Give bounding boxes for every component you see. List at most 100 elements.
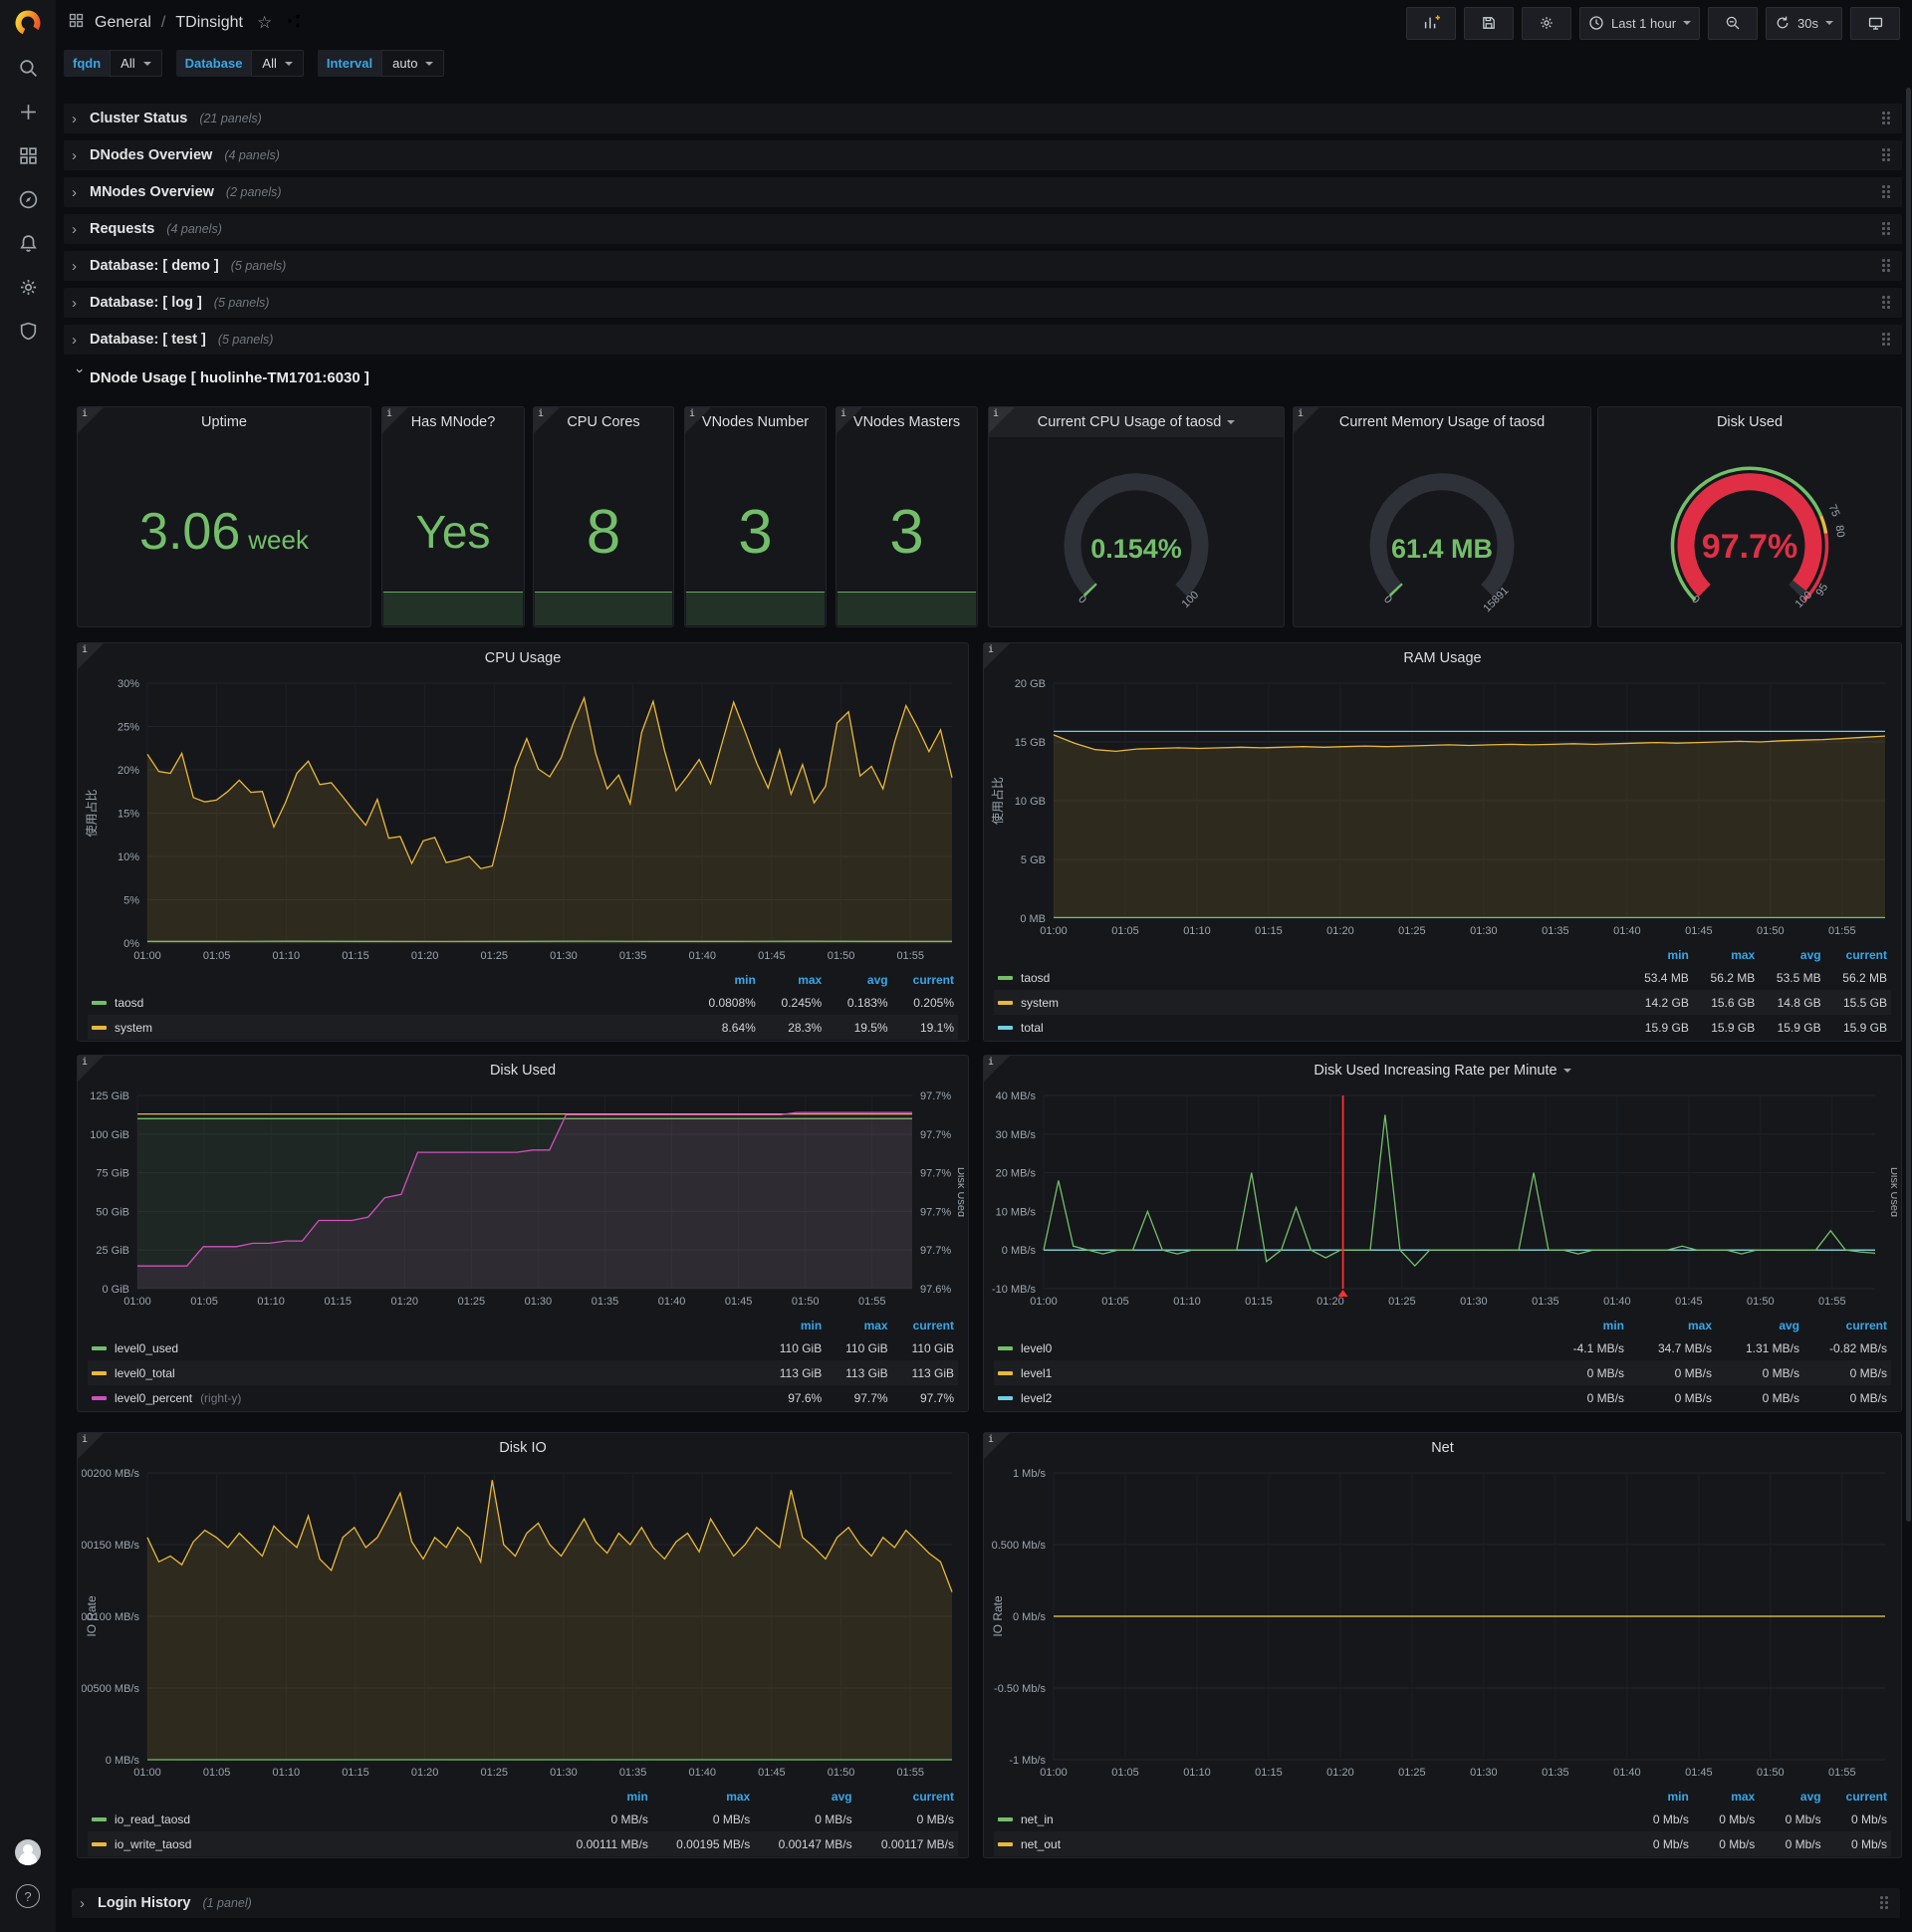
panel-title[interactable]: RAM Usage — [984, 643, 1901, 673]
variable-label[interactable]: fqdn — [64, 50, 111, 77]
panel-info-icon[interactable]: i — [78, 1433, 104, 1459]
refresh-picker[interactable]: 30s — [1766, 6, 1842, 40]
chart-plot-area[interactable]: 0 GiB 97.6% 25 GiB 97.7% 50 GiB 97.7% 75 GiB 97… — [82, 1086, 967, 1316]
row-database-log-[interactable]: › Database: [ log ] (5 panels) — [64, 288, 1902, 318]
create-add-icon[interactable] — [0, 90, 56, 133]
star-icon[interactable]: ☆ — [257, 13, 272, 33]
row-cluster-status[interactable]: › Cluster Status (21 panels) — [64, 104, 1902, 133]
configuration-gear-icon[interactable] — [0, 265, 56, 309]
panel-title[interactable]: Current Memory Usage of taosd — [1294, 407, 1590, 437]
dashboards-icon[interactable] — [0, 133, 56, 177]
legend-header-max[interactable]: max — [756, 973, 822, 987]
legend-header-max[interactable]: max — [648, 1790, 750, 1804]
legend-series-name[interactable]: system — [998, 996, 1622, 1010]
variable-value-dropdown[interactable]: All — [251, 50, 304, 77]
row-login-history[interactable]: › Login History (1 panel) — [72, 1888, 1900, 1918]
row-requests[interactable]: › Requests (4 panels) — [64, 214, 1902, 244]
legend-series-name[interactable]: system — [92, 1021, 689, 1035]
row-drag-handle[interactable] — [1882, 185, 1894, 199]
legend-header-current[interactable]: current — [1821, 948, 1887, 962]
legend-header-min[interactable]: min — [689, 973, 755, 987]
legend-series-name[interactable]: level0_used — [92, 1341, 756, 1355]
panel-title[interactable]: Disk Used Increasing Rate per Minute — [984, 1056, 1901, 1086]
legend-header-max[interactable]: max — [1689, 1790, 1755, 1804]
cycle-view-mode-button[interactable] — [1850, 6, 1900, 40]
panel-info-icon[interactable]: i — [78, 407, 104, 433]
zoom-out-time-button[interactable] — [1708, 6, 1759, 40]
chart-plot-area[interactable]: -1 Mb/s -0.50 Mb/s 0 Mb/s 0.500 Mb/s 1 Mb/s 0… — [988, 1463, 1897, 1787]
legend-header-max[interactable]: max — [822, 1319, 888, 1332]
help-icon[interactable]: ? — [0, 1874, 56, 1918]
search-icon[interactable] — [0, 46, 56, 90]
legend-header-current[interactable]: current — [852, 1790, 954, 1804]
chart-plot-area[interactable]: -10 MB/s 0 MB/s 10 MB/s 20 MB/s 30 MB/s 40 MB… — [988, 1086, 1900, 1316]
chart-plot-area[interactable]: 0% 5% 10% 15% 20% 25% 30% 01:00 01:05 01:10 01:15 0… — [82, 673, 964, 970]
legend-header-avg[interactable]: avg — [822, 973, 888, 987]
panel-info-icon[interactable]: i — [989, 407, 1015, 433]
legend-series-name[interactable]: level0 — [998, 1341, 1537, 1355]
row-drag-handle[interactable] — [1882, 112, 1894, 125]
share-icon[interactable] — [286, 13, 302, 34]
variable-label[interactable]: Database — [175, 50, 252, 77]
explore-compass-icon[interactable] — [0, 177, 56, 221]
legend-series-name[interactable]: level2 — [998, 1391, 1537, 1405]
panel-title[interactable]: Disk Used — [78, 1056, 968, 1086]
legend-series-name[interactable]: taosd — [998, 971, 1622, 985]
chart-plot-area[interactable]: 0 MB/s0.000500 MB/s0.00100 MB/s0.00150 M… — [66, 1463, 964, 1787]
variable-value-dropdown[interactable]: auto — [381, 50, 445, 77]
panel-info-icon[interactable]: i — [534, 407, 560, 433]
row-dnodes-overview[interactable]: › DNodes Overview (4 panels) — [64, 140, 1902, 170]
legend-header-avg[interactable]: avg — [750, 1790, 852, 1804]
panel-info-icon[interactable]: i — [984, 1433, 1010, 1459]
legend-header-avg[interactable]: avg — [1755, 1790, 1821, 1804]
legend-header-max[interactable]: max — [1689, 948, 1755, 962]
legend-series-name[interactable]: net_in — [998, 1812, 1622, 1826]
panel-info-icon[interactable]: i — [1294, 407, 1319, 433]
panel-title[interactable]: Disk IO — [78, 1433, 968, 1463]
legend-header-min[interactable]: min — [1622, 948, 1688, 962]
legend-series-name[interactable]: io_write_taosd — [92, 1837, 546, 1851]
variable-label[interactable]: Interval — [317, 50, 382, 77]
row-drag-handle[interactable] — [1882, 296, 1894, 310]
panel-title[interactable]: Disk Used — [1598, 407, 1901, 437]
legend-series-name[interactable]: net_out — [998, 1837, 1622, 1851]
legend-series-name[interactable]: level0_percent (right-y) — [92, 1391, 756, 1405]
panel-title[interactable]: CPU Usage — [78, 643, 968, 673]
legend-header-current[interactable]: current — [1799, 1319, 1887, 1332]
panel-info-icon[interactable]: i — [984, 643, 1010, 669]
row-drag-handle[interactable] — [1882, 222, 1894, 236]
panel-info-icon[interactable]: i — [984, 1056, 1010, 1082]
legend-header-min[interactable]: min — [1622, 1790, 1688, 1804]
row-drag-handle[interactable] — [1882, 148, 1894, 162]
server-admin-shield-icon[interactable] — [0, 309, 56, 353]
panel-info-icon[interactable]: i — [78, 1056, 104, 1082]
time-range-picker[interactable]: Last 1 hour — [1578, 6, 1701, 40]
legend-header-avg[interactable]: avg — [1712, 1319, 1799, 1332]
breadcrumb-title[interactable]: TDinsight — [175, 14, 243, 32]
row-drag-handle[interactable] — [1882, 259, 1894, 273]
legend-header-current[interactable]: current — [888, 973, 954, 987]
legend-series-name[interactable]: total — [998, 1021, 1622, 1035]
panel-title[interactable]: Net — [984, 1433, 1901, 1463]
breadcrumb-section[interactable]: General — [95, 14, 151, 32]
legend-series-name[interactable]: level0_total — [92, 1366, 756, 1380]
row-drag-handle[interactable] — [1882, 333, 1894, 347]
legend-series-name[interactable]: io_read_taosd — [92, 1812, 546, 1826]
panel-info-icon[interactable]: i — [836, 407, 862, 433]
legend-header-min[interactable]: min — [1537, 1319, 1624, 1332]
panel-info-icon[interactable]: i — [685, 407, 711, 433]
dashboard-settings-button[interactable] — [1521, 6, 1571, 40]
row-dnode-usage[interactable]: › DNode Usage [ huolinhe-TM1701:6030 ] — [64, 362, 1902, 393]
legend-header-current[interactable]: current — [888, 1319, 954, 1332]
refresh-icon[interactable] — [1775, 15, 1791, 31]
legend-header-current[interactable]: current — [1821, 1790, 1887, 1804]
panel-info-icon[interactable]: i — [78, 643, 104, 669]
legend-header-min[interactable]: min — [546, 1790, 647, 1804]
alerting-bell-icon[interactable] — [0, 221, 56, 265]
grafana-logo-icon[interactable] — [0, 0, 56, 46]
add-panel-button[interactable] — [1405, 6, 1456, 40]
save-dashboard-button[interactable] — [1463, 6, 1514, 40]
profile-avatar[interactable] — [0, 1830, 56, 1874]
panel-title[interactable]: Uptime — [78, 407, 370, 437]
legend-series-name[interactable]: taosd — [92, 996, 689, 1010]
